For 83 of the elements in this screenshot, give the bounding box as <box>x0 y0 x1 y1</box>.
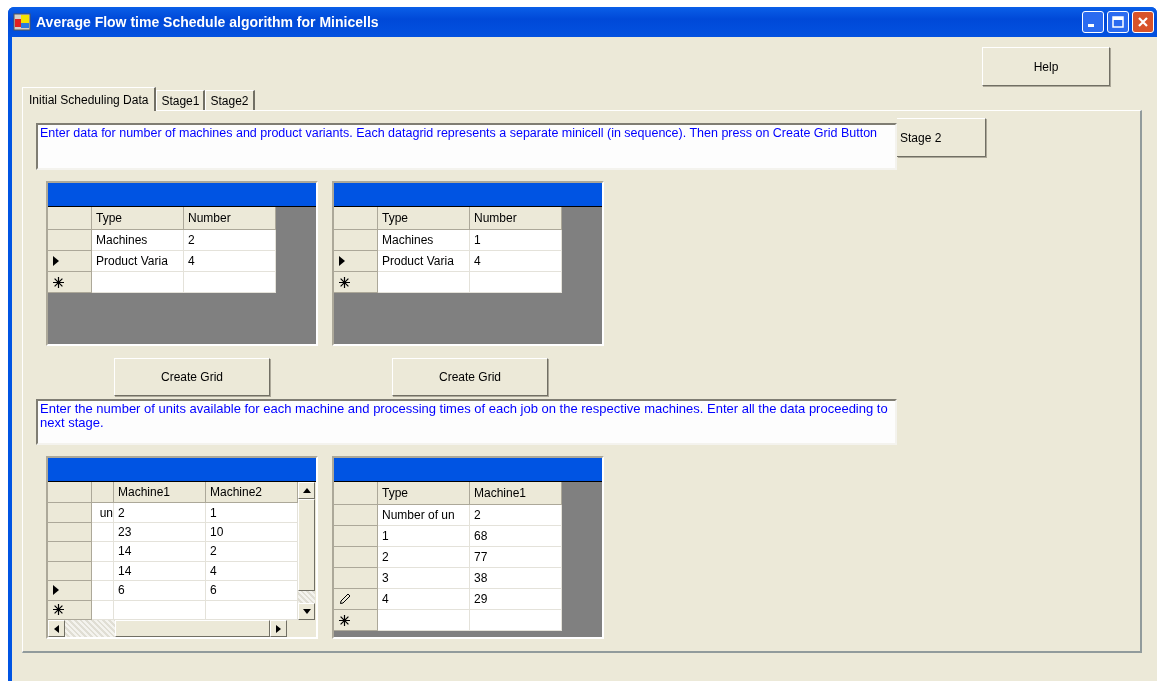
table-cell: 1 <box>378 526 470 547</box>
maximize-icon <box>1112 16 1124 28</box>
table-cell: 23 <box>114 522 206 543</box>
vertical-scrollbar[interactable] <box>298 482 316 620</box>
asterisk-icon <box>339 276 350 288</box>
asterisk-icon <box>53 604 64 616</box>
table-cell: 2 <box>184 230 276 251</box>
tab[interactable]: Stage1 <box>156 90 206 110</box>
tab[interactable]: Stage2 <box>205 90 255 110</box>
table-cell: Machines <box>378 230 470 251</box>
table-cell: Product Varia <box>92 251 184 272</box>
table-cell: 4 <box>470 251 562 272</box>
column-header[interactable]: Number <box>470 207 562 230</box>
table-cell: 1 <box>470 230 562 251</box>
column-header[interactable]: Machine1 <box>114 482 206 504</box>
column-header[interactable]: Type <box>92 207 184 230</box>
table-cell: 4 <box>206 561 298 582</box>
minimize-button[interactable] <box>1082 11 1104 33</box>
table-cell: 1 <box>206 503 298 523</box>
pencil-icon <box>339 593 351 605</box>
table-cell <box>92 600 114 620</box>
create-grid-button[interactable]: Create Grid <box>392 358 548 396</box>
row-header[interactable] <box>334 251 378 272</box>
table-cell <box>92 542 114 562</box>
window-title: Average Flow time Schedule algorithm for Minicells <box>36 14 380 30</box>
left-arrow-icon <box>54 624 59 633</box>
table-cell: 3 <box>378 568 470 589</box>
row-header[interactable] <box>334 610 378 631</box>
row-header[interactable] <box>48 581 92 601</box>
right-arrow-icon <box>276 624 281 633</box>
current-row-icon <box>339 256 345 266</box>
row-header[interactable] <box>334 589 378 610</box>
table-cell: 38 <box>470 568 562 589</box>
table-cell: 4 <box>378 589 470 610</box>
table-cell <box>92 522 114 543</box>
column-header[interactable]: Machine1 <box>470 482 562 505</box>
scroll-track[interactable] <box>298 591 315 603</box>
asterisk-icon <box>53 276 64 288</box>
up-arrow-icon <box>302 488 311 493</box>
tab[interactable]: Initial Scheduling Data <box>22 87 157 111</box>
table-cell: 29 <box>470 589 562 610</box>
table-cell: 14 <box>114 561 206 582</box>
instructions-text: Enter the number of units available for each machine and processing times of each job on the respective machines. Enter all the data proceeding to next stage. <box>36 399 897 445</box>
table-cell: 4 <box>184 251 276 272</box>
table-cell: 2 <box>470 505 562 526</box>
create-grid-button[interactable]: Create Grid <box>114 358 270 396</box>
table-cell: Machines <box>92 230 184 251</box>
scroll-thumb[interactable] <box>298 499 315 591</box>
row-header[interactable] <box>48 272 92 293</box>
maximize-button[interactable] <box>1107 11 1129 33</box>
current-row-icon <box>53 585 59 596</box>
row-header[interactable] <box>334 272 378 293</box>
column-header[interactable]: Number <box>184 207 276 230</box>
app-icon <box>13 13 31 31</box>
table-cell: 2 <box>378 547 470 568</box>
instructions-text: Enter data for number of machines and product variants. Each datagrid represents a separate minicell (in sequence). Then press on Create Grid Button <box>36 123 897 170</box>
table-cell: 10 <box>206 522 298 543</box>
row-header[interactable] <box>48 600 92 620</box>
row-header[interactable] <box>48 251 92 272</box>
table-cell: 2 <box>114 503 206 523</box>
stage-2-button[interactable]: Stage 2 <box>897 118 986 157</box>
close-icon <box>1137 16 1149 28</box>
table-cell: un <box>92 503 114 523</box>
table-cell: Number of un <box>378 505 470 526</box>
asterisk-icon <box>339 614 350 626</box>
table-cell <box>92 561 114 582</box>
close-button[interactable] <box>1132 11 1154 33</box>
table-cell: Product Varia <box>378 251 470 272</box>
table-cell: 6 <box>114 581 206 601</box>
help-button[interactable]: Help <box>982 47 1110 86</box>
scroll-thumb[interactable] <box>115 620 270 637</box>
current-row-icon <box>53 256 59 266</box>
table-cell: 14 <box>114 542 206 562</box>
minimize-icon <box>1088 23 1094 27</box>
table-cell: 6 <box>206 581 298 601</box>
column-header[interactable]: Machine2 <box>206 482 298 504</box>
column-header[interactable]: Type <box>378 482 470 505</box>
table-cell: 2 <box>206 542 298 562</box>
column-header[interactable]: Type <box>378 207 470 230</box>
table-cell: 77 <box>470 547 562 568</box>
down-arrow-icon <box>302 609 311 614</box>
table-cell: 68 <box>470 526 562 547</box>
table-cell <box>92 581 114 601</box>
